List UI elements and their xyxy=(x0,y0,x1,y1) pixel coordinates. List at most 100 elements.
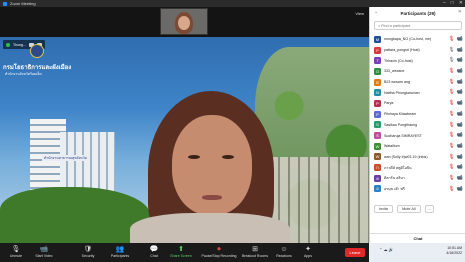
participant-name: Thiravin (Co-host) xyxy=(384,58,413,63)
video-off-icon: 📹 xyxy=(39,246,49,253)
speaker-face xyxy=(172,115,252,215)
participant-row[interactable]: Mmongkapa_NO (Co-host, me) 🎙 📹 xyxy=(370,34,465,45)
share-screen-button[interactable]: ⬆ Share Screen xyxy=(165,245,197,261)
participant-row[interactable]: O 333_wexane 🎙 📹 xyxy=(370,66,465,77)
participants-button[interactable]: 👥 Participants xyxy=(104,245,136,261)
participant-row[interactable]: P Pitchaya Kliawkeam 🎙 📹 xyxy=(370,109,465,120)
title-bar: Zoom Meeting – □ ✕ xyxy=(0,0,465,7)
video-off-icon: 📹 xyxy=(456,46,463,53)
participant-name: ภาวดีส์ สตูดิโอปิน xyxy=(384,165,412,170)
background-trees-left xyxy=(0,187,150,243)
panel-header: ⌄ Participants (29) ✕ xyxy=(370,7,465,19)
shield-icon: 🛡 xyxy=(83,246,93,253)
participant-name: wan (Solly #)w03-19 (infos) xyxy=(384,154,428,159)
maximize-icon[interactable]: □ xyxy=(451,0,454,7)
window-controls: – □ ✕ xyxy=(443,0,463,7)
mute-all-button[interactable]: Mute All xyxy=(397,205,421,213)
avatar: O xyxy=(374,67,381,75)
meeting-area: View สำนักงานสาธารณสุขจังหวัด Thong... ก… xyxy=(0,7,369,243)
apps-icon: ✦ xyxy=(305,246,311,253)
mic-muted-icon[interactable]: 🎙 xyxy=(448,186,454,192)
apps-button[interactable]: ✦ Apps xyxy=(292,245,324,261)
participant-row[interactable]: B B23 wesarn ang 🎙 📹 xyxy=(370,77,465,88)
mic-muted-icon[interactable]: 🎙 xyxy=(448,79,454,85)
participant-row[interactable]: ออรนุช เอ๊ะ ฟรี 🎙 📹 xyxy=(370,184,465,195)
view-button[interactable]: View xyxy=(355,11,364,16)
video-off-icon: 📹 xyxy=(456,100,463,107)
breakout-rooms-label: Breakout Rooms xyxy=(241,254,269,258)
participant-row[interactable]: T Thiravin (Co-host) 🎙 📹 xyxy=(370,55,465,66)
avatar: B xyxy=(374,78,381,86)
mic-muted-icon[interactable]: 🎙 xyxy=(448,68,454,74)
participant-row[interactable]: N Nattha Phongkanchan 🎙 📹 xyxy=(370,87,465,98)
mic-muted-icon[interactable]: 🎙 xyxy=(448,111,454,117)
speaker-mouth xyxy=(202,195,222,200)
mic-muted-icon[interactable]: 🎙 xyxy=(448,132,454,138)
participant-status-icons: 🎙 📹 xyxy=(448,68,463,74)
panel-title: Participants (29) xyxy=(400,10,436,16)
participant-row[interactable]: S Sudharuja SIMRAYEST 🎙 📹 xyxy=(370,130,465,141)
panel-footer: Invite Mute All ... xyxy=(370,203,465,215)
participant-status-icons: 🎙 📹 xyxy=(448,111,463,117)
participant-name: pattara_pongsri (Host) xyxy=(384,48,420,53)
mic-icon[interactable]: 🎙 xyxy=(448,47,454,53)
mic-muted-icon[interactable]: 🎙 xyxy=(448,100,454,106)
panel-menu-icon[interactable]: ⌄ xyxy=(374,9,378,15)
apps-label: Apps xyxy=(304,254,312,258)
system-tray-icons[interactable]: ⌃ ☁ 🔊 xyxy=(379,247,394,252)
speaker-thumbnail[interactable] xyxy=(160,8,208,35)
mic-muted-icon[interactable]: 🎙 xyxy=(448,143,454,149)
leave-button[interactable]: Leave xyxy=(345,248,365,257)
participant-status-icons: 🎙 📹 xyxy=(448,100,463,106)
participant-search[interactable]: ⌕ xyxy=(374,21,462,30)
participant-status-icons: 🎙 📹 xyxy=(448,143,463,149)
video-off-icon: 📹 xyxy=(456,78,463,85)
participant-status-icons: 🎙 📹 xyxy=(448,164,463,170)
participant-row[interactable]: P Parya 🎙 📹 xyxy=(370,98,465,109)
video-off-icon: 📹 xyxy=(456,164,463,171)
mic-muted-icon[interactable]: 🎙 xyxy=(448,36,454,42)
avatar: อ xyxy=(374,185,381,193)
security-button[interactable]: 🛡 Security xyxy=(72,245,104,261)
participant-row[interactable]: Wwan (Solly #)w03-19 (infos) 🎙 📹 xyxy=(370,152,465,163)
breakout-rooms-button[interactable]: ⊞ Breakout Rooms xyxy=(238,245,272,261)
window-title: Zoom Meeting xyxy=(10,1,36,6)
windows-taskbar: ⌃ ☁ 🔊 10:51 AM 4/16/2022 xyxy=(369,243,465,262)
mic-icon[interactable]: 🎙 xyxy=(448,57,454,63)
participant-row[interactable]: W Watallium 🎙 📹 xyxy=(370,141,465,152)
start-video-button[interactable]: 📹 Start Video xyxy=(28,245,60,261)
mic-muted-icon[interactable]: 🎙 xyxy=(448,164,454,170)
invite-button[interactable]: Invite xyxy=(374,205,394,213)
taskbar-clock[interactable]: 10:51 AM 4/16/2022 xyxy=(446,246,462,256)
participant-name: ดิตารัน ลลิบา xyxy=(384,176,405,181)
zoom-app-icon xyxy=(3,1,7,6)
search-input[interactable] xyxy=(381,23,461,28)
participant-name: อรนุช เอ๊ะ ฟรี xyxy=(384,186,405,191)
more-button[interactable]: ... xyxy=(424,205,434,213)
participant-row[interactable]: S Sasikan Pongthaung 🎙 📹 xyxy=(370,120,465,131)
panel-close-icon[interactable]: ✕ xyxy=(458,9,462,15)
participant-status-icons: 🎙 📹 xyxy=(448,132,463,138)
avatar: P xyxy=(374,46,381,54)
participant-row[interactable]: กภาวดีส์ สตูดิโอปิน 🎙 📹 xyxy=(370,162,465,173)
chat-section-header[interactable]: Chat xyxy=(370,233,465,243)
participant-status-icons: 🎙 📹 xyxy=(448,175,463,181)
avatar: P xyxy=(374,99,381,107)
video-off-icon: 📹 xyxy=(456,185,463,192)
mic-muted-icon[interactable]: 🎙 xyxy=(448,175,454,181)
video-off-icon: 📹 xyxy=(456,121,463,128)
participant-row[interactable]: ดดิตารัน ลลิบา 🎙 📹 xyxy=(370,173,465,184)
recording-button[interactable]: ⏺ Pause/Stop Recording xyxy=(200,245,238,261)
mic-muted-icon[interactable]: 🎙 xyxy=(448,89,454,95)
video-off-icon: 📹 xyxy=(456,153,463,160)
logo-subtext: สำนักงานจังหวัดร้อยเอ็ด xyxy=(5,72,42,76)
participant-row[interactable]: Ppattara_pongsri (Host) 🎙 📹 xyxy=(370,45,465,56)
avatar: P xyxy=(374,110,381,118)
mic-muted-icon[interactable]: 🎙 xyxy=(448,154,454,160)
minimize-icon[interactable]: – xyxy=(443,0,446,7)
participant-status-icons: 🎙 📹 xyxy=(448,122,463,128)
close-icon[interactable]: ✕ xyxy=(459,0,463,7)
mic-muted-icon[interactable]: 🎙 xyxy=(448,122,454,128)
video-off-icon: 📹 xyxy=(456,68,463,75)
participant-status-icons: 🎙 📹 xyxy=(448,89,463,95)
